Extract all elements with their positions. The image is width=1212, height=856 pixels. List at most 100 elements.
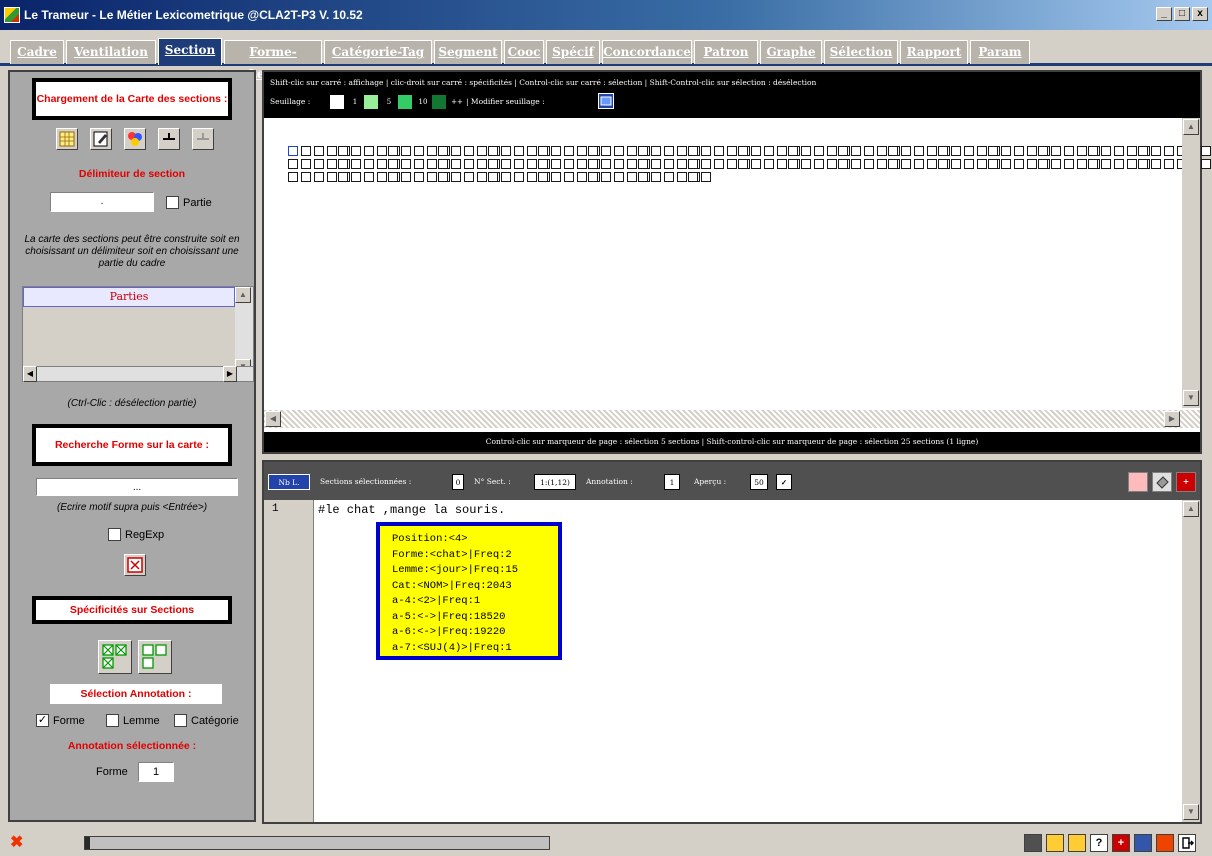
section-square[interactable] (664, 146, 674, 156)
exit-icon[interactable] (1178, 834, 1196, 852)
section-square[interactable] (801, 159, 811, 169)
section-square[interactable] (477, 146, 487, 156)
annotation-value[interactable]: 1 (664, 474, 680, 490)
regexp-checkbox[interactable]: RegExp (108, 528, 164, 541)
tool-export-icon[interactable] (1024, 834, 1042, 852)
forme-checkbox[interactable]: ✓ Forme (36, 714, 85, 727)
section-square[interactable] (477, 159, 487, 169)
section-square[interactable] (1088, 146, 1098, 156)
edit-icon[interactable] (90, 128, 112, 150)
lemme-checkbox-box[interactable] (106, 714, 119, 727)
plus-icon[interactable]: + (1112, 834, 1130, 852)
section-square[interactable] (564, 146, 574, 156)
section-square[interactable] (601, 146, 611, 156)
section-square[interactable] (551, 172, 561, 182)
section-square[interactable] (1051, 159, 1061, 169)
tab-cat-gorie-tag[interactable]: Catégorie-Tag (324, 40, 432, 64)
section-square[interactable] (1127, 146, 1137, 156)
section-square[interactable] (577, 146, 587, 156)
section-square[interactable] (1114, 159, 1124, 169)
section-square[interactable] (964, 146, 974, 156)
forme-checkbox-box[interactable]: ✓ (36, 714, 49, 727)
section-square[interactable] (314, 159, 324, 169)
section-square[interactable] (451, 146, 461, 156)
section-square[interactable] (701, 159, 711, 169)
section-square[interactable] (388, 172, 398, 182)
section-square[interactable] (788, 159, 798, 169)
section-square[interactable] (827, 159, 837, 169)
maximize-button[interactable]: □ (1174, 7, 1190, 21)
section-square[interactable] (638, 159, 648, 169)
section-square[interactable] (327, 159, 337, 169)
annot-forme-value[interactable]: 1 (138, 762, 174, 782)
section-square[interactable] (601, 172, 611, 182)
section-square[interactable] (414, 146, 424, 156)
section-square[interactable] (927, 146, 937, 156)
tool-folder-open-icon[interactable] (1068, 834, 1086, 852)
regexp-checkbox-box[interactable] (108, 528, 121, 541)
section-square[interactable] (327, 146, 337, 156)
section-square[interactable] (1014, 159, 1024, 169)
apercu-value[interactable]: 50 (750, 474, 768, 490)
text-line[interactable]: #le chat ,mange la souris. (318, 503, 505, 517)
section-square[interactable] (638, 172, 648, 182)
section-square[interactable] (288, 172, 298, 182)
section-square[interactable] (477, 172, 487, 182)
section-square[interactable] (401, 159, 411, 169)
section-square[interactable] (388, 146, 398, 156)
section-square[interactable] (577, 172, 587, 182)
section-square[interactable] (851, 159, 861, 169)
help-icon[interactable]: ? (1090, 834, 1108, 852)
section-square[interactable] (488, 172, 498, 182)
section-square[interactable] (751, 146, 761, 156)
section-square[interactable] (614, 146, 624, 156)
delimiteur-input[interactable]: . (50, 192, 154, 212)
apercu-checkbox[interactable]: ✓ (776, 474, 792, 490)
section-square[interactable] (801, 146, 811, 156)
section-square[interactable] (1201, 159, 1211, 169)
section-square[interactable] (901, 159, 911, 169)
section-square[interactable] (1127, 159, 1137, 169)
section-square[interactable] (364, 172, 374, 182)
section-square[interactable] (588, 159, 598, 169)
section-square[interactable] (301, 172, 311, 182)
section-square[interactable] (301, 146, 311, 156)
section-square[interactable] (651, 146, 661, 156)
section-square[interactable] (814, 159, 824, 169)
section-square[interactable] (551, 146, 561, 156)
color-swatch-icon[interactable] (1128, 472, 1148, 492)
section-square[interactable] (564, 172, 574, 182)
section-square[interactable] (301, 159, 311, 169)
section-square[interactable] (314, 146, 324, 156)
parties-list[interactable]: Parties ▲ ▼ (22, 286, 254, 378)
section-square[interactable] (414, 172, 424, 182)
tab-forme-lemme[interactable]: Forme-Lemme (224, 40, 322, 81)
section-square[interactable] (401, 172, 411, 182)
add-icon[interactable]: + (1176, 472, 1196, 492)
section-square[interactable] (338, 159, 348, 169)
section-square[interactable] (864, 159, 874, 169)
section-square[interactable] (377, 146, 387, 156)
section-square[interactable] (677, 146, 687, 156)
section-square[interactable] (701, 172, 711, 182)
section-square[interactable] (1051, 146, 1061, 156)
modifier-seuillage-icon[interactable] (598, 93, 614, 109)
section-square[interactable] (538, 159, 548, 169)
section-square[interactable] (427, 146, 437, 156)
section-square[interactable] (438, 172, 448, 182)
section-square[interactable] (527, 146, 537, 156)
nb-lines-button[interactable]: Nb L. (268, 474, 310, 490)
section-square[interactable] (614, 159, 624, 169)
section-square[interactable] (751, 159, 761, 169)
section-square[interactable] (988, 146, 998, 156)
section-square[interactable] (664, 159, 674, 169)
section-square[interactable] (788, 146, 798, 156)
tab-ventilation[interactable]: Ventilation (66, 40, 156, 64)
section-square[interactable] (688, 159, 698, 169)
section-square[interactable] (377, 159, 387, 169)
minimize-button[interactable]: _ (1156, 7, 1172, 21)
section-square[interactable] (464, 146, 474, 156)
section-square[interactable] (877, 159, 887, 169)
section-square[interactable] (501, 172, 511, 182)
map-scroll-up-icon[interactable]: ▲ (1183, 119, 1199, 135)
